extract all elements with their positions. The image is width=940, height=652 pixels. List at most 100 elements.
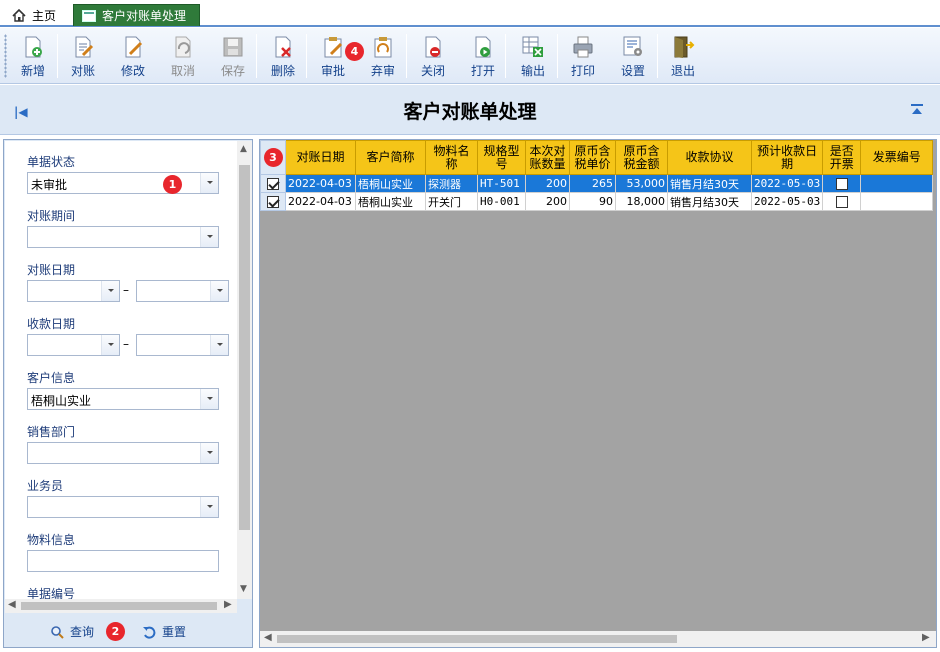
col-header-terms[interactable]: 收款协议 [667, 140, 752, 175]
toolbar-button-new-doc[interactable]: 新增 [9, 31, 57, 81]
delete-icon [270, 34, 296, 60]
chevron-down-icon[interactable] [210, 335, 228, 355]
cell-price[interactable]: 90 [569, 192, 616, 211]
cell-material[interactable]: 探测器 [425, 174, 478, 193]
col-header-customer[interactable]: 客户简称 [355, 140, 426, 175]
cell-terms[interactable]: 销售月结30天 [667, 174, 752, 193]
chevron-down-icon[interactable] [200, 389, 218, 409]
scroll-right-icon[interactable]: ▶ [922, 632, 930, 643]
toolbar-button-open-doc[interactable]: 打开 [459, 31, 507, 81]
cell-amount[interactable]: 53,000 [615, 174, 668, 193]
sheet-icon [82, 9, 96, 22]
recon-date-from[interactable] [27, 280, 120, 302]
toolbar-button-undo[interactable]: 取消 [159, 31, 207, 81]
grid-hscroll[interactable]: ◀ ▶ [260, 631, 936, 647]
chevron-down-icon[interactable] [200, 443, 218, 463]
col-header-invoice-no[interactable]: 发票编号 [860, 140, 934, 175]
col-header-date[interactable]: 对账日期 [285, 140, 356, 175]
material-input[interactable] [27, 550, 219, 572]
tab-home[interactable]: 主页 [4, 4, 64, 26]
table-row[interactable]: 2022-04-03 梧桐山实业 开关门 H0-001 200 90 18,000 销售月结3… [260, 192, 934, 211]
cell-qty[interactable]: 200 [525, 174, 570, 193]
filter-list: 单据状态 未审批 1 对账期间 对账日期 – 收款日期 – 客户信息 梧桐山实业… [5, 141, 237, 599]
cell-due[interactable]: 2022-05-03 [750, 192, 824, 211]
salesman-combo[interactable] [27, 496, 219, 518]
recon-date-label: 对账日期 [27, 263, 76, 277]
cell-amount[interactable]: 18,000 [615, 192, 668, 211]
toolbar-button-unapprove[interactable]: 弃审 [359, 31, 407, 81]
cell-price[interactable]: 265 [569, 174, 616, 193]
toolbar-button-save[interactable]: 保存 [209, 31, 257, 81]
invoiced-checkbox[interactable] [835, 178, 848, 190]
col-header-invoiced[interactable]: 是否开票 [822, 140, 862, 175]
cell-terms[interactable]: 销售月结30天 [667, 192, 752, 211]
tab-home-label: 主页 [32, 8, 57, 23]
col-header-spec[interactable]: 规格型号 [477, 140, 526, 175]
row-checkbox[interactable] [267, 196, 279, 208]
chevron-down-icon[interactable] [210, 281, 228, 301]
period-combo[interactable] [27, 226, 219, 248]
dept-combo[interactable] [27, 442, 219, 464]
status-combo[interactable]: 未审批 [27, 172, 219, 194]
chevron-down-icon[interactable] [101, 335, 119, 355]
scroll-down-icon[interactable]: ▼ [240, 584, 247, 594]
scroll-left-icon[interactable]: ◀ [264, 632, 272, 643]
cell-customer[interactable]: 梧桐山实业 [355, 174, 426, 193]
scroll-right-icon[interactable]: ▶ [224, 599, 232, 610]
cell-invoiced[interactable] [822, 192, 862, 211]
cell-invoice-no[interactable] [860, 174, 934, 193]
cell-date[interactable]: 2022-04-03 [285, 192, 356, 211]
customer-combo[interactable]: 梧桐山实业 [27, 388, 219, 410]
table-row[interactable]: 2022-04-03 梧桐山实业 探测器 HT-501 200 265 53,000 销售月结… [260, 174, 934, 193]
undo-icon [142, 625, 156, 639]
customer-label: 客户信息 [27, 371, 76, 385]
tab-customer-statement[interactable]: 客户对账单处理 [73, 4, 200, 26]
cell-customer[interactable]: 梧桐山实业 [355, 192, 426, 211]
cell-due[interactable]: 2022-05-03 [750, 174, 824, 193]
col-header-due[interactable]: 预计收款日期 [750, 140, 824, 175]
col-header-qty[interactable]: 本次对账数量 [525, 140, 570, 175]
row-checkbox[interactable] [267, 178, 279, 190]
scroll-up-icon[interactable]: ▲ [240, 144, 247, 154]
row-select-cell[interactable] [260, 174, 286, 193]
scroll-thumb[interactable] [239, 165, 250, 530]
col-header-price[interactable]: 原币含税单价 [569, 140, 616, 175]
toolbar-button-settings[interactable]: 设置 [609, 31, 657, 81]
col-header-material[interactable]: 物料名称 [425, 140, 478, 175]
cell-invoiced[interactable] [822, 174, 862, 193]
chevron-down-icon[interactable] [101, 281, 119, 301]
filter-hscroll[interactable]: ◀ ▶ [5, 599, 237, 613]
close-doc-icon [420, 34, 446, 60]
chevron-down-icon[interactable] [200, 227, 218, 247]
tab-bar: 主页 客户对账单处理 [0, 0, 940, 27]
scroll-thumb[interactable] [21, 602, 217, 610]
receipt-date-to[interactable] [136, 334, 229, 356]
chevron-down-icon[interactable] [200, 173, 218, 193]
toolbar-button-edit[interactable]: 修改 [109, 31, 157, 81]
chevron-down-icon[interactable] [200, 497, 218, 517]
toolbar-button-export-excel[interactable]: 输出 [509, 31, 557, 81]
collapse-up-icon[interactable] [910, 103, 924, 118]
filter-vscroll[interactable]: ▲ ▼ [237, 141, 252, 599]
cell-invoice-no[interactable] [860, 192, 934, 211]
cell-spec[interactable]: HT-501 [477, 174, 526, 193]
invoiced-checkbox[interactable] [835, 196, 848, 208]
toolbar-button-exit-door[interactable]: 退出 [659, 31, 707, 81]
cell-spec[interactable]: H0-001 [477, 192, 526, 211]
row-select-cell[interactable] [260, 192, 286, 211]
cell-qty[interactable]: 200 [525, 192, 570, 211]
recon-date-to[interactable] [136, 280, 229, 302]
scroll-left-icon[interactable]: ◀ [8, 599, 16, 610]
toolbar-button-reconcile[interactable]: 对账 [59, 31, 107, 81]
reset-button[interactable]: 重置 [142, 623, 186, 640]
cell-date[interactable]: 2022-04-03 [285, 174, 356, 193]
cell-material[interactable]: 开关门 [425, 192, 478, 211]
grid-corner[interactable]: 3 [260, 140, 286, 175]
scroll-thumb[interactable] [277, 635, 677, 643]
col-header-amount[interactable]: 原币含税金额 [615, 140, 668, 175]
receipt-date-from[interactable] [27, 334, 120, 356]
toolbar-button-delete[interactable]: 删除 [259, 31, 307, 81]
toolbar-button-close-doc[interactable]: 关闭 [409, 31, 457, 81]
query-button[interactable]: 查询 [50, 623, 94, 640]
toolbar-button-printer[interactable]: 打印 [559, 31, 607, 81]
